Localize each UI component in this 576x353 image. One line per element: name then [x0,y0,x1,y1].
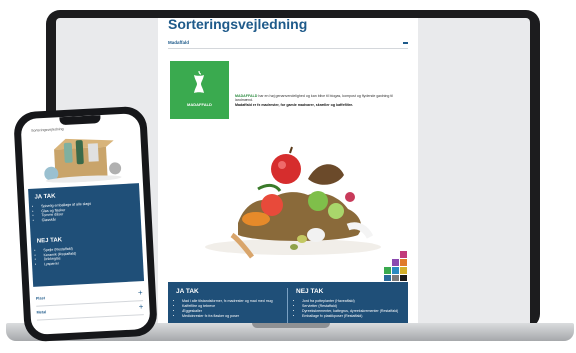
ja-tak-heading: JA TAK [176,288,199,295]
intro-body: har en høj genanvendelighed og kan blive… [235,94,394,103]
phone-ja-tak-heading: JA TAK [34,193,56,201]
phone: Sorteringsvejledning JA TAK Spiselig emb… [13,105,158,343]
nej-tak-heading: NEJ TAK [296,288,324,295]
phone-notch [59,115,101,126]
collapse-icon[interactable] [403,42,408,44]
apple-core-icon [194,71,204,93]
intro-text: MADAFFALD har en høj genanvendelighed og… [235,94,405,107]
ja-nej-panel: JA TAK Mad i alle tilstandsformer, fx ma… [168,282,408,328]
list-item: Emballage fx plastikposer (Restaffald) [302,314,410,319]
phone-ja-nej-panel: JA TAK Spiselig emballage af alle slags … [28,183,145,287]
food-waste-photo [205,146,381,259]
phone-nej-tak-heading: NEJ TAK [36,237,63,245]
nej-tak-list: Jord fra potteplanter (Haveaffald) Servi… [296,299,410,319]
plus-icon[interactable]: + [138,288,143,297]
glass-waste-photo [44,138,122,183]
intro-examples: Madaffald er fx madrester, for gamle mad… [235,102,354,107]
accordion-label: Plast [35,296,46,301]
tile-label: MADAFFALD [187,102,212,107]
category-icons-grid [384,251,407,281]
phone-nej-tak-list: Spejle (Restaffald) Keramik (Restaffald)… [37,243,140,267]
phone-screen: Sorteringsvejledning JA TAK Spiselig emb… [20,113,151,335]
page-title: Sorteringsvejledning [168,18,308,32]
intro-highlight: MADAFFALD [235,94,258,98]
column-divider [287,288,288,328]
laptop-notch [252,323,330,328]
ja-tak-list: Mad i alle tilstandsformer, fx madrester… [176,299,290,319]
section-header-madaffald[interactable]: Madaffald [168,40,189,45]
madaffald-category-tile: MADAFFALD [170,61,229,119]
phone-page-title: Sorteringsvejledning [30,127,64,133]
plus-icon[interactable]: + [139,302,144,311]
accordion-label: Metal [36,310,47,315]
list-item: Medicinrester fx fra flasker og poser [182,314,290,319]
phone-ja-tak-list: Spiselig emballage af alle slags Glas og… [35,199,138,223]
sorting-guide-page: Sorteringsvejledning Madaffald MADAFFALD… [158,18,418,328]
section-divider [168,48,408,49]
